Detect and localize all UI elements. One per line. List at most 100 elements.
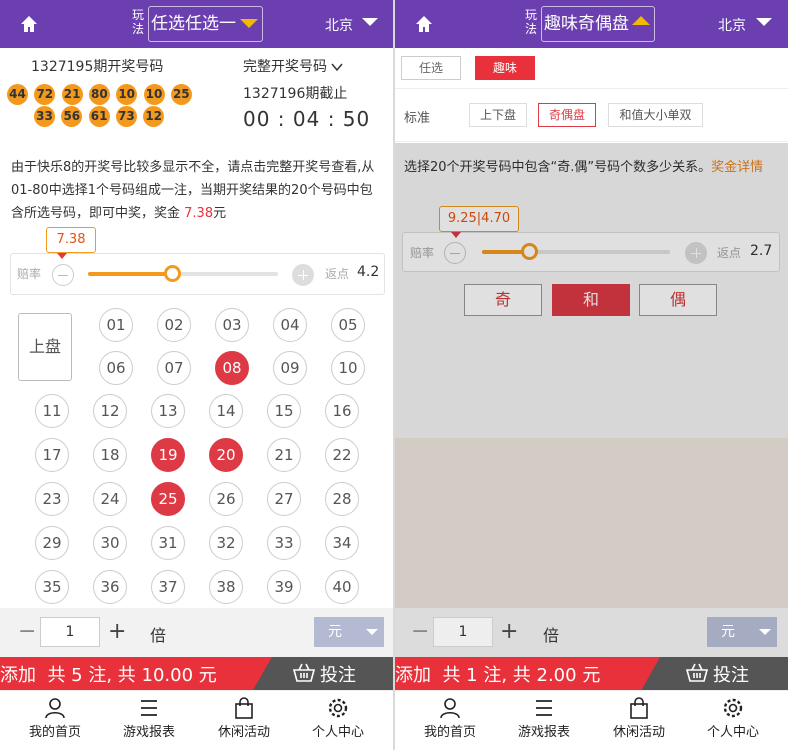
- odds-decrease-button[interactable]: [444, 242, 466, 264]
- number-ball-28[interactable]: 28: [325, 482, 359, 516]
- odds-increase-button[interactable]: [685, 242, 707, 264]
- number-ball-12[interactable]: 12: [93, 394, 127, 428]
- list-icon: [141, 700, 157, 716]
- number-ball-24[interactable]: 24: [93, 482, 127, 516]
- number-ball-01[interactable]: 01: [99, 308, 133, 342]
- add-label[interactable]: 添加: [0, 665, 36, 686]
- number-ball-07[interactable]: 07: [157, 351, 191, 385]
- number-ball-18[interactable]: 18: [93, 438, 127, 472]
- number-ball-27[interactable]: 27: [267, 482, 301, 516]
- number-ball-11[interactable]: 11: [35, 394, 69, 428]
- multiplier-input[interactable]: 1: [433, 617, 493, 647]
- gear-icon: [723, 698, 743, 718]
- number-ball-33[interactable]: 33: [267, 526, 301, 560]
- option-tie[interactable]: 和: [552, 284, 630, 316]
- nav-activities[interactable]: 休闲活动: [594, 697, 684, 740]
- gear-icon: [328, 698, 348, 718]
- nav-profile[interactable]: 个人中心: [293, 697, 383, 740]
- nav-profile[interactable]: 个人中心: [688, 697, 778, 740]
- odds-decrease-button[interactable]: [52, 264, 74, 286]
- number-ball-38[interactable]: 38: [209, 570, 243, 604]
- number-ball-04[interactable]: 04: [273, 308, 307, 342]
- number-ball-17[interactable]: 17: [35, 438, 69, 472]
- minus-button[interactable]: −: [18, 621, 36, 643]
- bet-button[interactable]: 投注: [713, 661, 749, 687]
- number-ball-21[interactable]: 21: [267, 438, 301, 472]
- number-ball-25[interactable]: 25: [151, 482, 185, 516]
- plus-button[interactable]: +: [500, 621, 518, 643]
- option-odd[interactable]: 奇: [464, 284, 542, 316]
- odds-slider-handle[interactable]: [521, 243, 538, 260]
- number-ball-13[interactable]: 13: [151, 394, 185, 428]
- number-ball-22[interactable]: 22: [325, 438, 359, 472]
- number-ball-06[interactable]: 06: [99, 351, 133, 385]
- tab-fun[interactable]: 趣味: [475, 56, 535, 80]
- odds-increase-button[interactable]: [292, 264, 314, 286]
- plus-button[interactable]: +: [108, 621, 126, 643]
- multiplier-label: 倍: [543, 626, 560, 645]
- city-select[interactable]: 北京: [325, 15, 353, 35]
- chevron-down-icon: [240, 19, 258, 28]
- bottom-nav: 我的首页 游戏报表 休闲活动 个人中心: [0, 690, 393, 750]
- number-ball-34[interactable]: 34: [325, 526, 359, 560]
- chip-sum-size[interactable]: 和值大小单双: [608, 103, 703, 127]
- tooltip-pointer: [451, 232, 461, 238]
- nav-label: 我的首页: [423, 725, 476, 740]
- chevron-down-icon: [366, 629, 378, 635]
- number-ball-23[interactable]: 23: [35, 482, 69, 516]
- number-ball-39[interactable]: 39: [267, 570, 301, 604]
- number-ball-03[interactable]: 03: [215, 308, 249, 342]
- number-ball-08[interactable]: 08: [215, 351, 249, 385]
- nav-home[interactable]: 我的首页: [405, 697, 495, 740]
- nav-home[interactable]: 我的首页: [10, 697, 100, 740]
- number-ball-36[interactable]: 36: [93, 570, 127, 604]
- summary-text: 共 5 注, 共 10.00 元: [47, 665, 217, 686]
- odds-tooltip: 9.25|4.70: [439, 206, 519, 232]
- upper-side-button[interactable]: 上盘: [18, 313, 72, 381]
- number-ball-32[interactable]: 32: [209, 526, 243, 560]
- chip-upper-lower[interactable]: 上下盘: [469, 103, 527, 127]
- number-ball-40[interactable]: 40: [325, 570, 359, 604]
- unit-select[interactable]: 元: [314, 617, 384, 647]
- number-ball-05[interactable]: 05: [331, 308, 365, 342]
- nav-label: 个人中心: [311, 725, 364, 740]
- add-label[interactable]: 添加: [395, 665, 431, 686]
- minus-button[interactable]: −: [411, 621, 429, 643]
- bet-button[interactable]: 投注: [320, 661, 356, 687]
- number-ball-09[interactable]: 09: [273, 351, 307, 385]
- full-results-link[interactable]: 完整开奖号码: [243, 56, 344, 76]
- nav-reports[interactable]: 游戏报表: [104, 697, 194, 740]
- number-ball-10[interactable]: 10: [331, 351, 365, 385]
- chip-odd-even[interactable]: 奇偶盘: [538, 103, 596, 127]
- odds-slider-fill: [88, 272, 172, 276]
- number-ball-30[interactable]: 30: [93, 526, 127, 560]
- number-ball-20[interactable]: 20: [209, 438, 243, 472]
- number-ball-16[interactable]: 16: [325, 394, 359, 428]
- city-select[interactable]: 北京: [718, 15, 746, 35]
- number-ball-02[interactable]: 02: [157, 308, 191, 342]
- number-ball-29[interactable]: 29: [35, 526, 69, 560]
- draw-ball: 33: [34, 106, 55, 127]
- rebate-value: 4.2: [357, 264, 380, 280]
- number-ball-31[interactable]: 31: [151, 526, 185, 560]
- unit-select[interactable]: 元: [707, 617, 777, 647]
- nav-activities[interactable]: 休闲活动: [199, 697, 289, 740]
- odds-slider-handle[interactable]: [163, 265, 181, 282]
- prize-unit: 元: [213, 206, 227, 221]
- number-ball-26[interactable]: 26: [209, 482, 243, 516]
- number-ball-35[interactable]: 35: [35, 570, 69, 604]
- draw-ball: 61: [88, 106, 110, 127]
- draw-ball: 21: [61, 84, 83, 105]
- option-even[interactable]: 偶: [639, 284, 717, 316]
- number-ball-15[interactable]: 15: [267, 394, 301, 428]
- number-ball-19[interactable]: 19: [151, 438, 185, 472]
- number-ball-37[interactable]: 37: [151, 570, 185, 604]
- play-label: 玩法: [524, 8, 537, 36]
- tab-optional[interactable]: 任选: [401, 56, 461, 80]
- prize-details-link[interactable]: 奖金详情: [711, 160, 763, 175]
- multiplier-input[interactable]: 1: [40, 617, 100, 647]
- number-ball-14[interactable]: 14: [209, 394, 243, 428]
- home-icon[interactable]: [20, 15, 38, 33]
- home-icon[interactable]: [415, 15, 433, 33]
- nav-reports[interactable]: 游戏报表: [499, 697, 589, 740]
